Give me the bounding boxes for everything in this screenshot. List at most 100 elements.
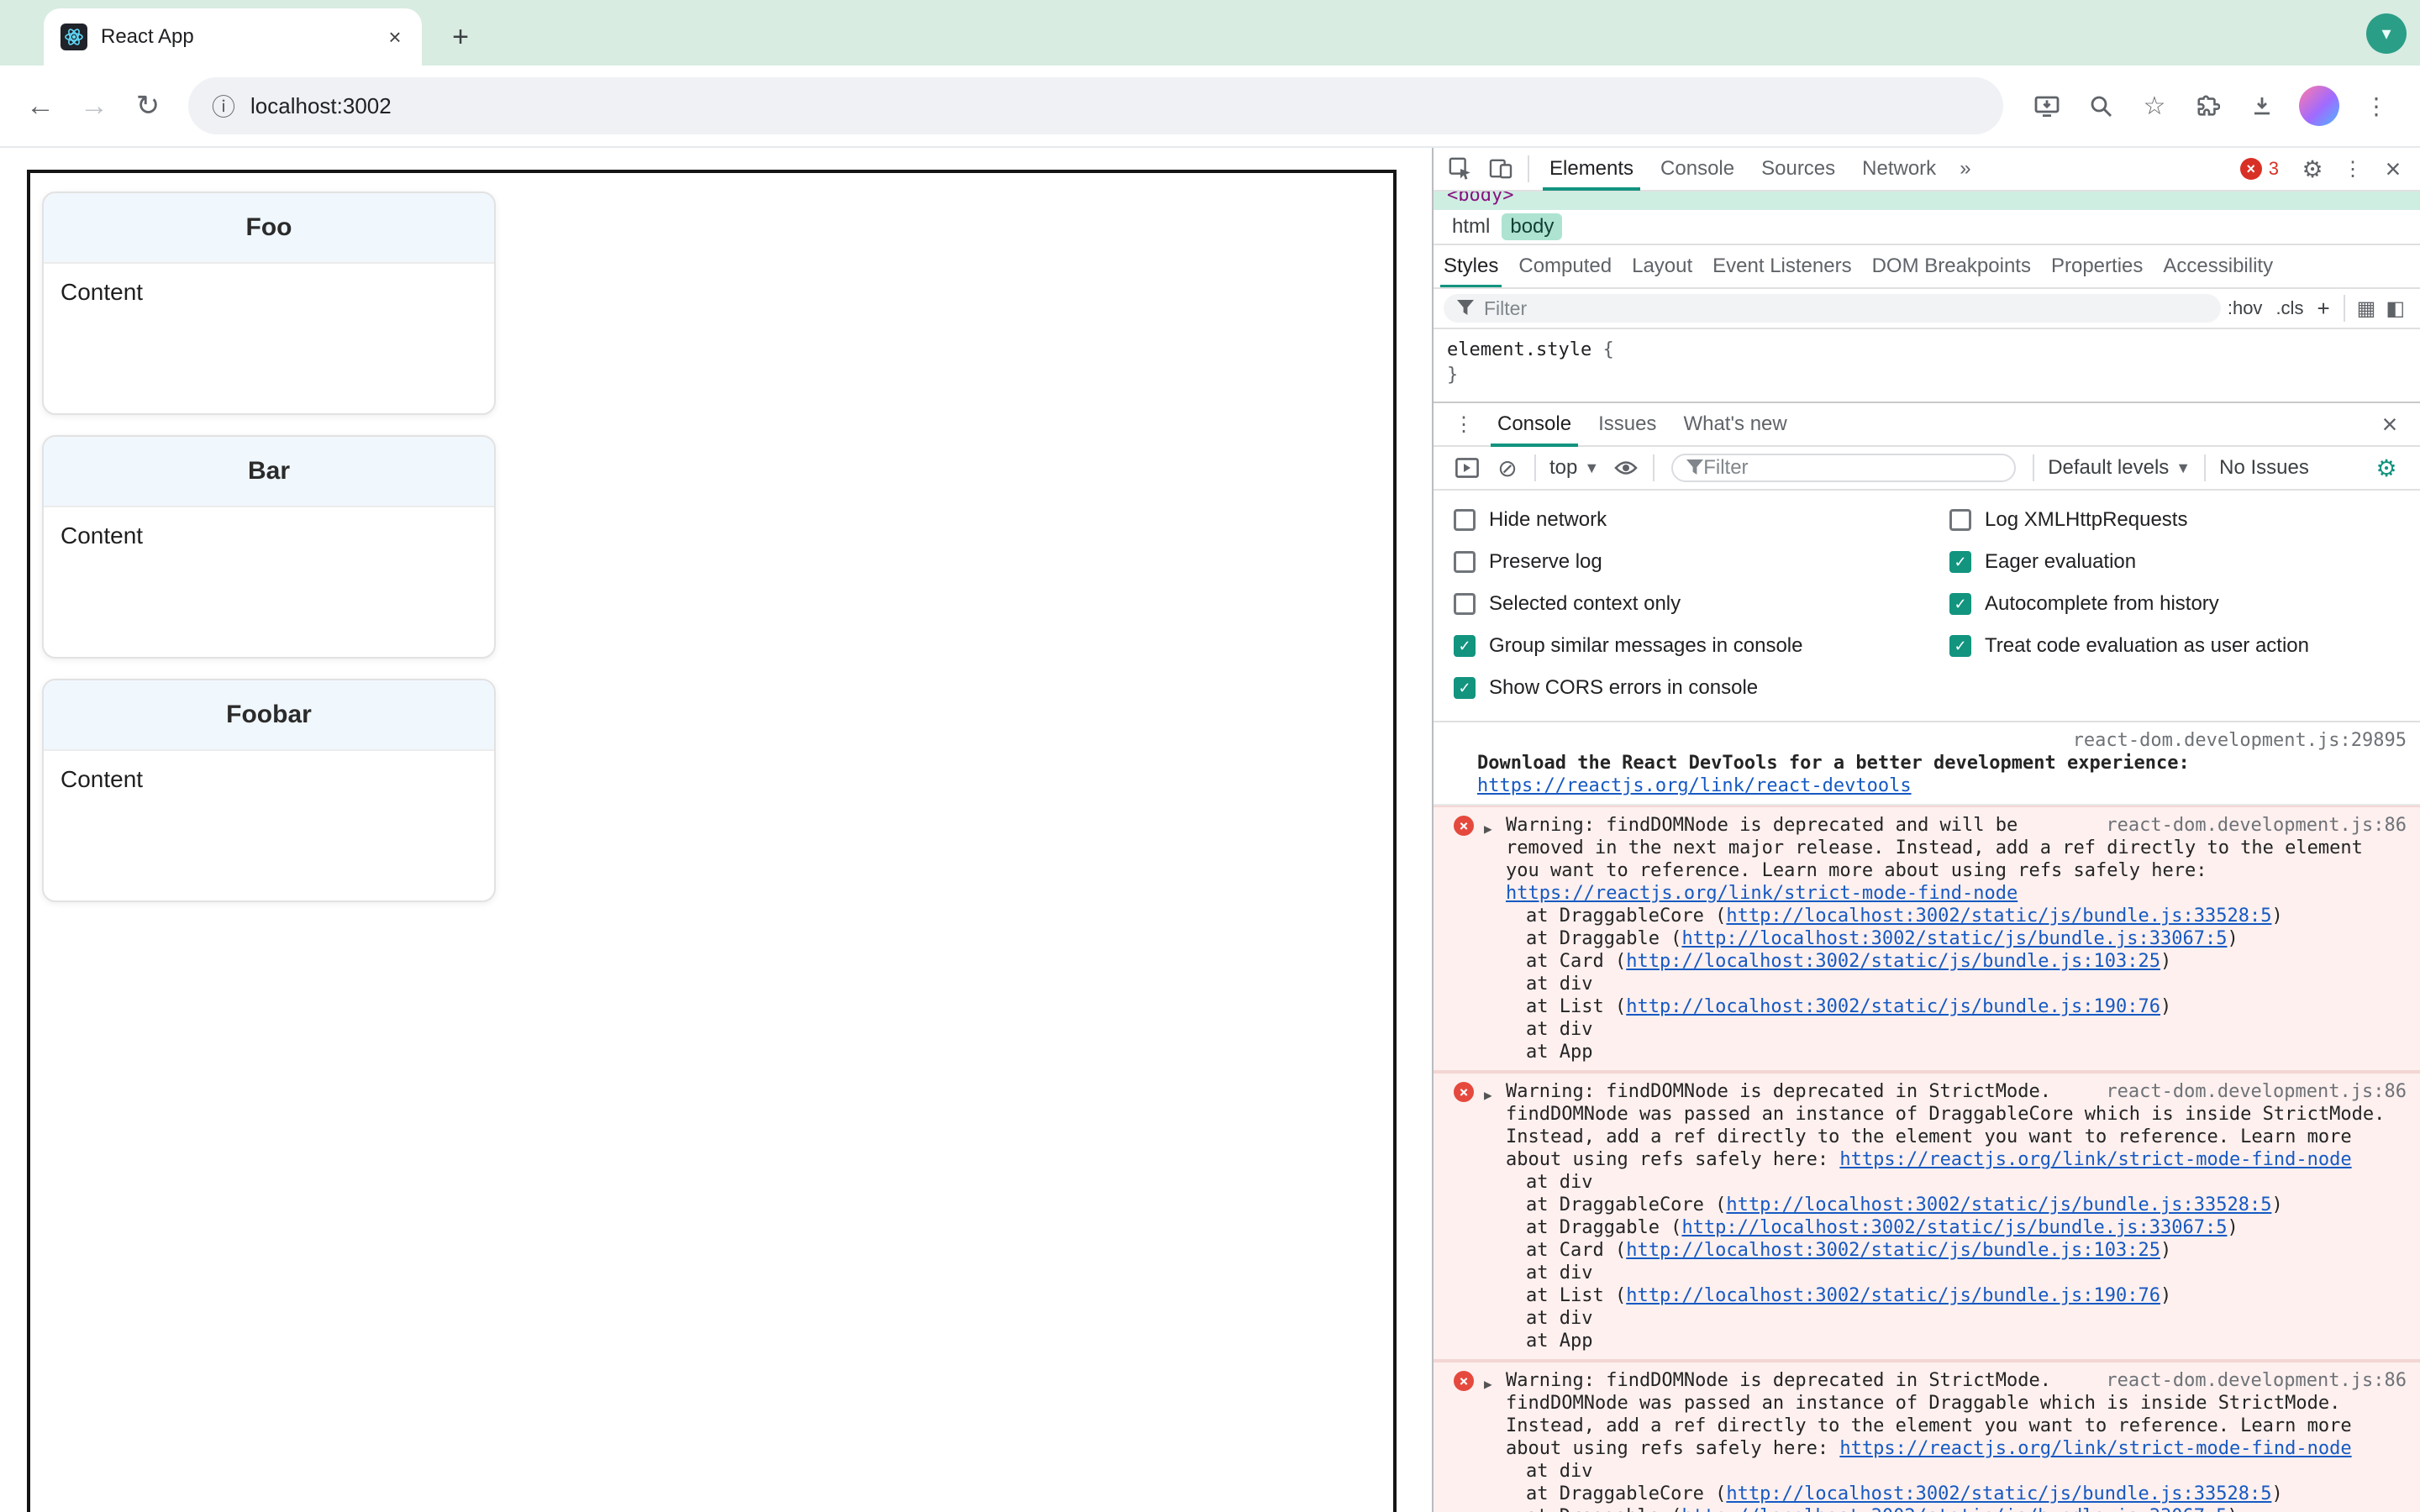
subtab-computed[interactable]: Computed (1508, 245, 1622, 287)
console-setting-selected-context-only[interactable]: Selected context only (1454, 583, 1949, 625)
stack-source-link[interactable]: http://localhost:3002/static/js/bundle.j… (1626, 996, 2160, 1017)
extensions-icon[interactable] (2185, 82, 2232, 129)
drawer-menu-icon[interactable]: ⋮ (1444, 406, 1484, 443)
element-style-rule[interactable]: element.style { } (1434, 329, 2420, 402)
execution-context-selector[interactable]: top ▼ (1543, 456, 1606, 480)
devtools-close-icon[interactable]: × (2373, 150, 2413, 187)
card-bar[interactable]: Bar Content (42, 435, 496, 659)
expand-triangle-icon[interactable]: ▶ (1484, 1084, 1492, 1106)
clear-console-icon[interactable]: ⊘ (1487, 449, 1528, 486)
browser-tab[interactable]: React App × (44, 8, 422, 66)
checkbox[interactable] (1454, 509, 1476, 531)
expand-triangle-icon[interactable]: ▶ (1484, 1373, 1492, 1395)
address-bar[interactable]: ⓘ localhost:3002 (188, 77, 2003, 134)
site-info-icon[interactable]: ⓘ (212, 89, 235, 123)
devtools-tab-sources[interactable]: Sources (1748, 148, 1849, 191)
devtools-tab-elements[interactable]: Elements (1536, 148, 1647, 191)
stack-source-link[interactable]: http://localhost:3002/static/js/bundle.j… (1626, 951, 2160, 972)
console-setting-log-xmlhttprequests[interactable]: Log XMLHttpRequests (1949, 499, 2309, 541)
live-expression-eye-icon[interactable] (1606, 449, 1646, 486)
subtab-styles[interactable]: Styles (1434, 245, 1508, 287)
drawer-tab-issues[interactable]: Issues (1585, 402, 1670, 447)
console-setting-treat-code-evaluation-as-user-action[interactable]: ✓ Treat code evaluation as user action (1949, 625, 2309, 667)
more-tabs-icon[interactable]: » (1949, 157, 1981, 181)
message-link[interactable]: https://reactjs.org/link/strict-mode-fin… (1506, 883, 2018, 904)
checkbox[interactable]: ✓ (1454, 635, 1476, 657)
style-selector[interactable]: element.style (1447, 339, 1591, 360)
console-sidebar-toggle-icon[interactable] (1447, 449, 1487, 486)
install-app-icon[interactable] (2023, 82, 2070, 129)
checkbox[interactable]: ✓ (1454, 677, 1476, 699)
log-levels-dropdown[interactable]: Default levels ▼ (2041, 456, 2197, 480)
drawer-close-icon[interactable]: × (2370, 406, 2410, 443)
message-link[interactable]: https://reactjs.org/link/strict-mode-fin… (1839, 1149, 2351, 1170)
console-setting-eager-evaluation[interactable]: ✓ Eager evaluation (1949, 541, 2309, 583)
devtools-tab-network[interactable]: Network (1849, 148, 1949, 191)
inspect-element-icon[interactable] (1440, 150, 1481, 187)
forward-button[interactable]: → (71, 82, 118, 129)
checkbox[interactable]: ✓ (1949, 635, 1971, 657)
console-setting-hide-network[interactable]: Hide network (1454, 499, 1949, 541)
console-setting-show-cors-errors-in-console[interactable]: ✓ Show CORS errors in console (1454, 667, 1949, 709)
back-button[interactable]: ← (17, 82, 64, 129)
profile-avatar[interactable] (2299, 86, 2339, 126)
console-setting-preserve-log[interactable]: Preserve log (1454, 541, 1949, 583)
breadcrumb-body[interactable]: body (1502, 213, 1563, 240)
subtab-dom-breakpoints[interactable]: DOM Breakpoints (1862, 245, 2041, 287)
console-filter-input[interactable]: Filter (1671, 454, 2017, 482)
console-setting-autocomplete-from-history[interactable]: ✓ Autocomplete from history (1949, 583, 2309, 625)
console-setting-group-similar-messages-in-console[interactable]: ✓ Group similar messages in console (1454, 625, 1949, 667)
subtab-layout[interactable]: Layout (1622, 245, 1702, 287)
error-count[interactable]: 3 (2269, 158, 2279, 180)
breadcrumb-html[interactable]: html (1444, 213, 1498, 240)
toggle-element-state-button[interactable]: :hov (2221, 297, 2270, 319)
message-link[interactable]: https://reactjs.org/link/strict-mode-fin… (1839, 1438, 2351, 1459)
browser-menu-icon[interactable]: ⋮ (2353, 82, 2400, 129)
tab-close-icon[interactable]: × (381, 24, 408, 50)
message-source-link[interactable]: react-dom.development.js:29895 (1497, 729, 2407, 752)
message-source-link[interactable]: react-dom.development.js:86 (2106, 1080, 2407, 1103)
subtab-event-listeners[interactable]: Event Listeners (1702, 245, 1861, 287)
dom-node-tag[interactable]: <body> (1447, 192, 1513, 206)
computed-sidebar-toggle-icon[interactable]: ◧ (2381, 297, 2410, 321)
subtab-accessibility[interactable]: Accessibility (2153, 245, 2283, 287)
stack-source-link[interactable]: http://localhost:3002/static/js/bundle.j… (1681, 1506, 2227, 1512)
new-tab-button[interactable]: + (439, 15, 482, 59)
downloads-icon[interactable] (2238, 82, 2286, 129)
stack-source-link[interactable]: http://localhost:3002/static/js/bundle.j… (1626, 1285, 2160, 1306)
device-toolbar-icon[interactable] (1481, 150, 1521, 187)
expand-triangle-icon[interactable]: ▶ (1484, 817, 1492, 840)
search-lens-icon[interactable] (2077, 82, 2124, 129)
card-foo[interactable]: Foo Content (42, 192, 496, 415)
stack-source-link[interactable]: http://localhost:3002/static/js/bundle.j… (1726, 1194, 2271, 1215)
checkbox[interactable] (1454, 593, 1476, 615)
stack-source-link[interactable]: http://localhost:3002/static/js/bundle.j… (1726, 906, 2271, 927)
bookmark-star-icon[interactable]: ☆ (2131, 82, 2178, 129)
stack-source-link[interactable]: http://localhost:3002/static/js/bundle.j… (1726, 1483, 2271, 1504)
tab-search-button[interactable]: ▾ (2366, 13, 2407, 54)
message-link[interactable]: https://reactjs.org/link/react-devtools (1477, 775, 1912, 796)
error-badge-icon[interactable]: × (2239, 158, 2262, 180)
reload-button[interactable]: ↻ (124, 82, 171, 129)
devtools-tab-console[interactable]: Console (1647, 148, 1748, 191)
devtools-menu-icon[interactable]: ⋮ (2333, 150, 2373, 187)
checkbox[interactable]: ✓ (1949, 551, 1971, 573)
devtools-settings-icon[interactable]: ⚙ (2292, 150, 2333, 187)
checkbox[interactable] (1949, 509, 1971, 531)
checkbox[interactable]: ✓ (1949, 593, 1971, 615)
styles-filter-input[interactable]: Filter (1444, 294, 2221, 323)
stack-source-link[interactable]: http://localhost:3002/static/js/bundle.j… (1681, 1217, 2227, 1238)
message-source-link[interactable]: react-dom.development.js:86 (2106, 1369, 2407, 1392)
stack-source-link[interactable]: http://localhost:3002/static/js/bundle.j… (1626, 1240, 2160, 1261)
card-foobar[interactable]: Foobar Content (42, 679, 496, 902)
dom-tree-clipped-row[interactable]: <body> (1434, 192, 2420, 210)
checkbox[interactable] (1454, 551, 1476, 573)
grid-overlay-icon[interactable]: ▦ (2352, 297, 2381, 321)
subtab-properties[interactable]: Properties (2041, 245, 2153, 287)
drawer-tab-console[interactable]: Console (1484, 402, 1585, 447)
drawer-tab-whats-new[interactable]: What's new (1670, 402, 1800, 447)
new-style-rule-button[interactable]: + (2310, 296, 2336, 322)
message-source-link[interactable]: react-dom.development.js:86 (2106, 814, 2407, 837)
issues-status[interactable]: No Issues (2212, 456, 2316, 480)
element-classes-button[interactable]: .cls (2269, 297, 2310, 319)
